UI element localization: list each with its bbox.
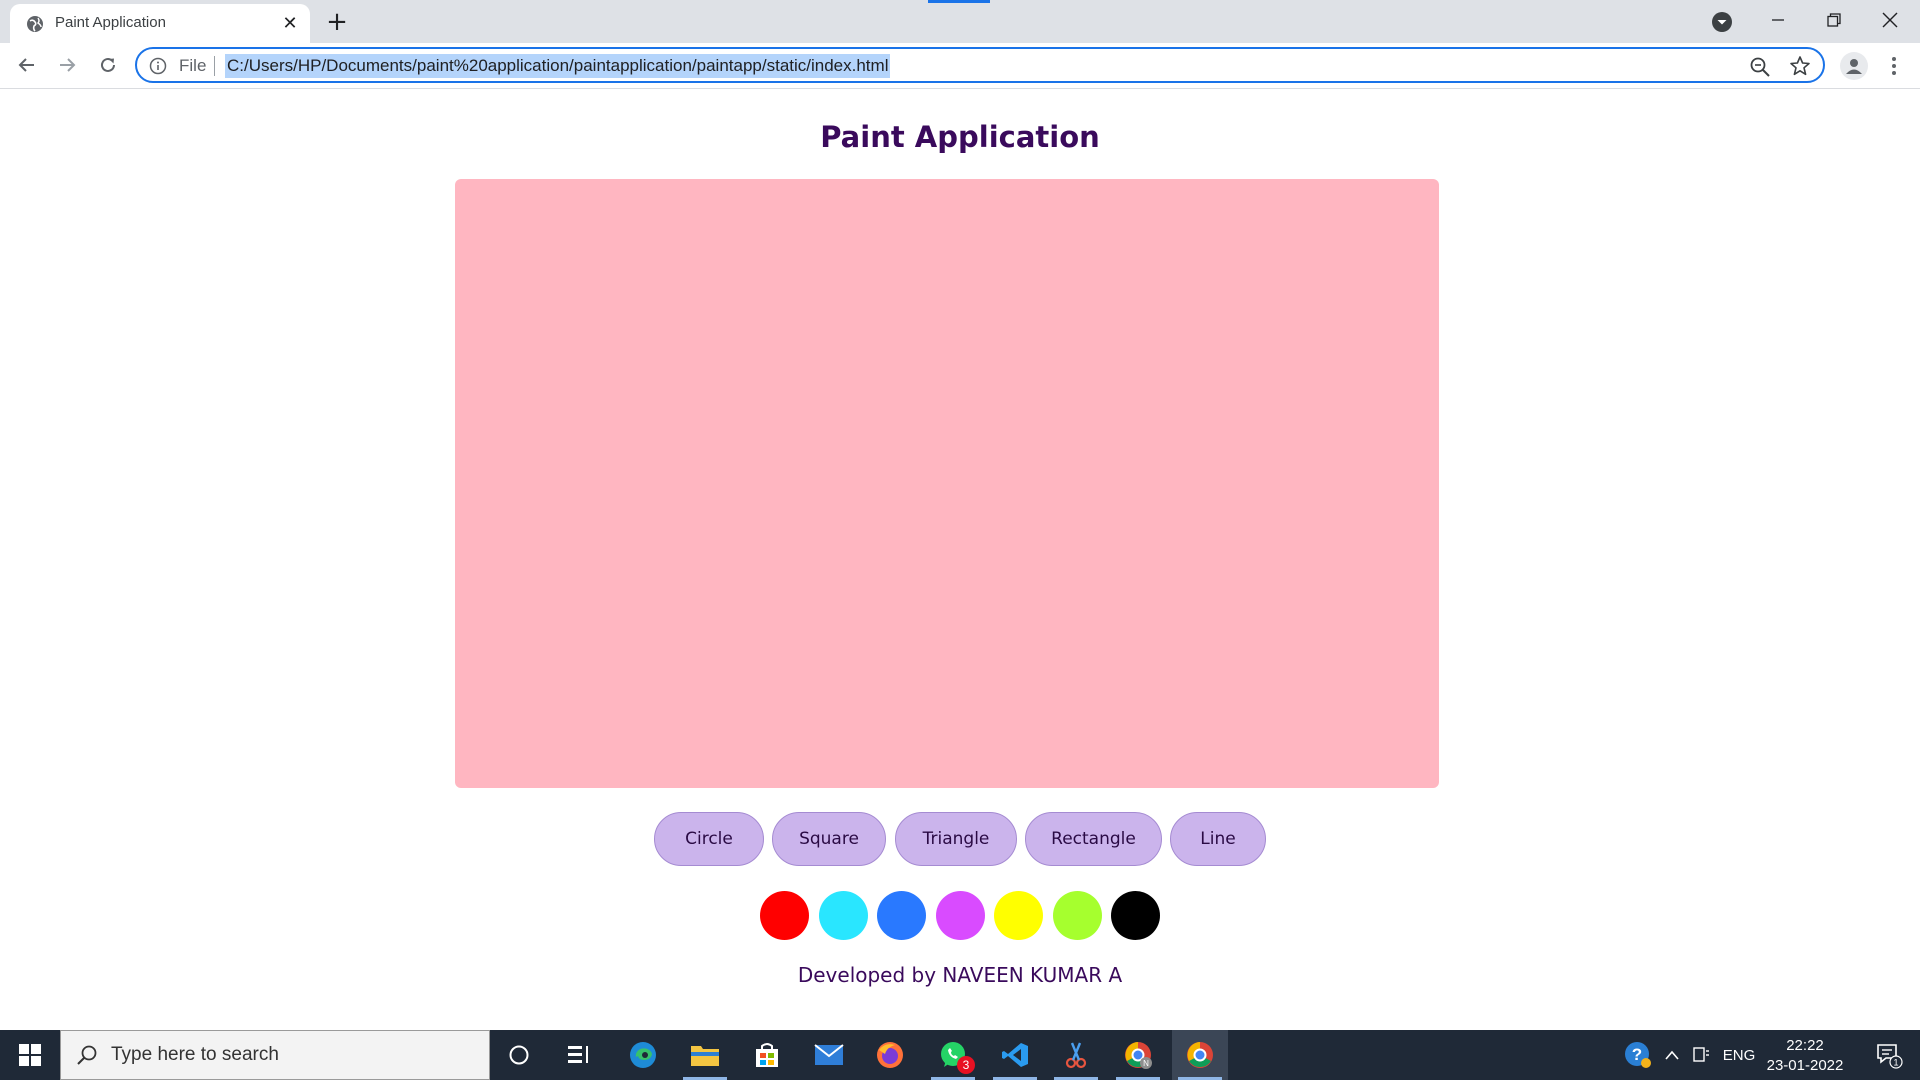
screen: Paint Application ✕ + File C:/Users/HP/D… — [0, 0, 1920, 1080]
tab-strip: Paint Application ✕ + — [0, 0, 1920, 43]
snipping-tool-icon[interactable] — [1048, 1030, 1104, 1080]
windows-start-icon[interactable] — [0, 1030, 60, 1080]
square-button[interactable]: Square — [772, 812, 886, 866]
url-separator — [214, 56, 215, 76]
restore-icon[interactable] — [1806, 0, 1862, 40]
info-icon[interactable] — [149, 57, 167, 75]
more-menu-icon[interactable] — [1880, 52, 1908, 80]
address-bar[interactable]: File C:/Users/HP/Documents/paint%20appli… — [135, 47, 1825, 83]
new-tab-icon[interactable]: + — [322, 7, 352, 37]
tab-drag-indicator — [928, 0, 990, 3]
taskbar-search-box[interactable]: Type here to search — [60, 1030, 490, 1080]
clock-date: 23-01-2022 — [1766, 1057, 1844, 1074]
search-icon — [77, 1045, 97, 1065]
whatsapp-icon[interactable]: 3 — [925, 1030, 981, 1080]
chrome-profile-icon[interactable]: N — [1110, 1030, 1166, 1080]
color-swatch-black[interactable] — [1111, 891, 1160, 940]
triangle-button[interactable]: Triangle — [895, 812, 1017, 866]
developer-credit: Developed by NAVEEN KUMAR A — [797, 963, 1123, 987]
line-button[interactable]: Line — [1170, 812, 1266, 866]
page-content: Paint Application Circle Square Triangle… — [0, 90, 1920, 1030]
color-swatch-cyan[interactable] — [819, 891, 868, 940]
url-scheme-label: File — [179, 56, 207, 75]
drawing-canvas[interactable] — [455, 179, 1439, 788]
whatsapp-badge: 3 — [957, 1056, 975, 1074]
reload-icon[interactable] — [93, 50, 123, 80]
firefox-icon[interactable] — [862, 1030, 918, 1080]
svg-text:N: N — [1143, 1059, 1149, 1068]
color-swatch-lime[interactable] — [1053, 891, 1102, 940]
clock-time: 22:22 — [1786, 1037, 1824, 1054]
notifications-icon[interactable]: 1 — [1864, 1030, 1914, 1080]
cortana-icon[interactable] — [491, 1030, 547, 1080]
taskbar-search-placeholder: Type here to search — [111, 1044, 279, 1065]
color-palette — [0, 891, 1920, 941]
device-icon[interactable] — [1688, 1030, 1714, 1080]
browser-toolbar: File C:/Users/HP/Documents/paint%20appli… — [0, 43, 1920, 89]
language-indicator[interactable]: ENG — [1718, 1030, 1760, 1080]
globe-icon — [27, 16, 43, 32]
bookmark-star-icon[interactable] — [1789, 55, 1811, 77]
close-window-icon[interactable] — [1862, 0, 1918, 40]
zoom-icon[interactable] — [1749, 56, 1771, 78]
notification-count: 1 — [1893, 1058, 1898, 1068]
page-title: Paint Application — [820, 120, 1100, 154]
svg-text:?: ? — [1632, 1045, 1642, 1064]
windows-taskbar: Type here to search 3 N ? ENG 22:22 23-0… — [0, 1030, 1920, 1080]
chevron-up-icon[interactable] — [1660, 1030, 1684, 1080]
url-text[interactable]: C:/Users/HP/Documents/paint%20applicatio… — [225, 54, 891, 78]
task-view-icon[interactable] — [551, 1030, 607, 1080]
edge-browser-icon[interactable] — [615, 1030, 671, 1080]
rectangle-button[interactable]: Rectangle — [1025, 812, 1162, 866]
minimize-icon[interactable] — [1750, 0, 1806, 40]
file-explorer-icon[interactable] — [677, 1030, 733, 1080]
profile-avatar-icon[interactable] — [1840, 52, 1868, 80]
circle-button[interactable]: Circle — [654, 812, 764, 866]
shape-button-row: Circle Square Triangle Rectangle Line — [0, 812, 1920, 866]
color-swatch-red[interactable] — [760, 891, 809, 940]
color-swatch-blue[interactable] — [877, 891, 926, 940]
help-icon[interactable]: ? — [1620, 1030, 1656, 1080]
tab-search-icon[interactable] — [1710, 10, 1734, 34]
close-tab-icon[interactable]: ✕ — [280, 13, 300, 34]
chrome-icon[interactable] — [1172, 1030, 1228, 1080]
tab-title: Paint Application — [55, 14, 166, 31]
system-clock[interactable]: 22:22 23-01-2022 — [1760, 1036, 1850, 1076]
vscode-icon[interactable] — [987, 1030, 1043, 1080]
forward-icon[interactable] — [52, 50, 82, 80]
microsoft-store-icon[interactable] — [739, 1030, 795, 1080]
mail-icon[interactable] — [801, 1030, 857, 1080]
active-tab[interactable]: Paint Application ✕ — [10, 4, 310, 43]
color-swatch-magenta[interactable] — [936, 891, 985, 940]
color-swatch-yellow[interactable] — [994, 891, 1043, 940]
back-icon[interactable] — [12, 50, 42, 80]
